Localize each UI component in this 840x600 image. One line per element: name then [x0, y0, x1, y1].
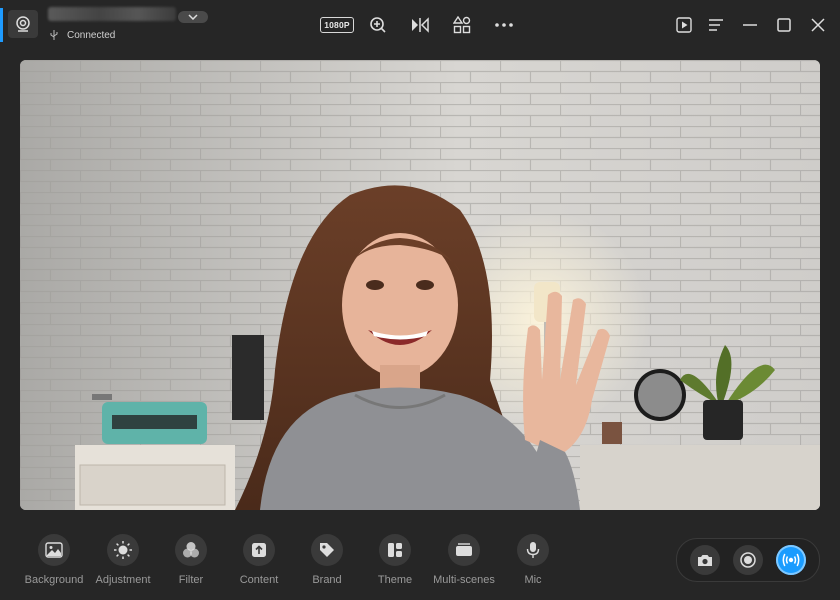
capture-controls: [676, 538, 820, 582]
webcam-icon[interactable]: [8, 10, 38, 38]
camera-icon[interactable]: [690, 545, 720, 575]
brightness-icon: [107, 534, 139, 566]
device-dropdown-chevron-icon[interactable]: [178, 11, 208, 23]
tool-brand-label: Brand: [312, 574, 342, 586]
tool-multi-scenes[interactable]: Multi-scenes: [429, 534, 499, 586]
minimize-icon[interactable]: [737, 12, 763, 38]
device-name-blurred[interactable]: [48, 7, 176, 21]
title-bar: Connected 1080P: [0, 0, 840, 50]
maximize-icon[interactable]: [771, 12, 797, 38]
tool-mic-label: Mic: [524, 574, 542, 586]
camera-preview[interactable]: [20, 60, 820, 510]
play-icon[interactable]: [671, 12, 697, 38]
theme-icon: [379, 534, 411, 566]
camera-feed-image: [20, 60, 820, 510]
tool-background[interactable]: Background: [19, 534, 89, 586]
live-icon[interactable]: [776, 545, 806, 575]
tool-multi-scenes-label: Multi-scenes: [433, 574, 495, 586]
mirror-icon[interactable]: [407, 12, 433, 38]
mic-icon: [517, 534, 549, 566]
resolution-label: 1080P: [320, 17, 354, 33]
apps-icon[interactable]: [449, 12, 475, 38]
more-icon[interactable]: [491, 12, 517, 38]
tool-theme[interactable]: Theme: [360, 534, 430, 586]
image-icon: [38, 534, 70, 566]
tool-adjustment-label: Adjustment: [95, 574, 151, 586]
usb-icon: [50, 30, 58, 40]
tool-filter[interactable]: Filter: [156, 534, 226, 586]
tool-adjustment[interactable]: Adjustment: [88, 534, 158, 586]
connection-status-text: Connected: [67, 29, 116, 41]
tool-background-label: Background: [24, 574, 84, 586]
close-icon[interactable]: [805, 12, 831, 38]
tool-mic[interactable]: Mic: [498, 534, 568, 586]
tool-brand[interactable]: Brand: [292, 534, 362, 586]
filter-icon: [175, 534, 207, 566]
resolution-button[interactable]: 1080P: [320, 12, 354, 38]
menu-icon[interactable]: [703, 12, 729, 38]
active-indicator: [0, 8, 3, 42]
tool-content[interactable]: Content: [224, 534, 294, 586]
tool-content-label: Content: [239, 574, 279, 586]
record-icon[interactable]: [733, 545, 763, 575]
upload-icon: [243, 534, 275, 566]
tool-filter-label: Filter: [178, 574, 204, 586]
bottom-toolbar: Background Adjustment Filter Content Bra…: [0, 510, 840, 600]
scenes-icon: [448, 534, 480, 566]
connection-status: Connected: [50, 28, 115, 42]
tag-icon: [311, 534, 343, 566]
zoom-in-icon[interactable]: [365, 12, 391, 38]
tool-theme-label: Theme: [377, 574, 413, 586]
